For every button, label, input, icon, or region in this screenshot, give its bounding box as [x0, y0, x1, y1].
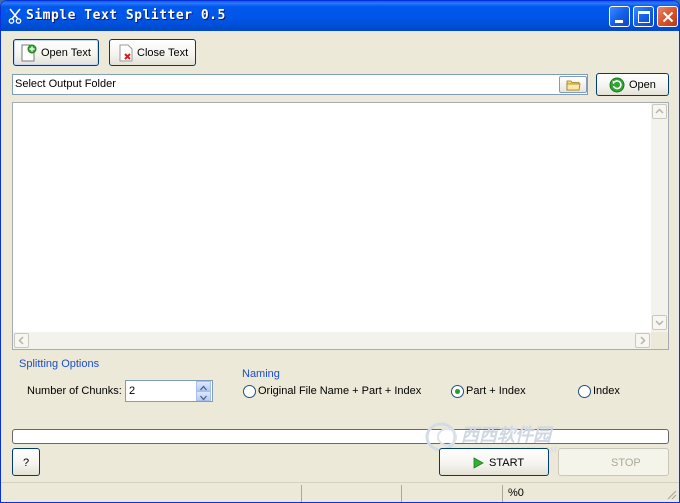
- output-folder-field[interactable]: Select Output Folder: [12, 74, 588, 95]
- status-panel: [1, 485, 302, 502]
- close-document-icon: [119, 44, 133, 62]
- folder-icon: [566, 80, 581, 91]
- naming-option-label: Part + Index: [466, 385, 526, 397]
- start-button[interactable]: START: [439, 448, 549, 476]
- minimize-button[interactable]: [609, 6, 630, 27]
- radio-original[interactable]: [243, 385, 256, 398]
- resize-grip-icon[interactable]: [665, 488, 677, 500]
- open-folder-label: Open: [629, 79, 656, 91]
- chevron-up-icon: [655, 108, 664, 114]
- naming-option-label: Original File Name + Part + Index: [258, 385, 422, 397]
- naming-option-part-index[interactable]: Part + Index: [451, 384, 541, 400]
- scissors-icon: [8, 8, 22, 24]
- open-folder-button[interactable]: Open: [596, 73, 669, 96]
- play-icon: [473, 457, 484, 469]
- scroll-up-arrow[interactable]: [652, 104, 667, 119]
- status-percent: %0: [508, 487, 524, 499]
- chunks-value: 2: [129, 385, 136, 397]
- open-text-label: Open Text: [41, 47, 91, 59]
- naming-option-original[interactable]: Original File Name + Part + Index: [243, 384, 433, 400]
- open-text-button[interactable]: Open Text: [13, 39, 99, 66]
- chunks-label: Number of Chunks:: [27, 385, 122, 397]
- refresh-icon: [609, 77, 625, 93]
- horizontal-scrollbar[interactable]: [13, 332, 652, 349]
- minimize-icon: [615, 20, 623, 23]
- naming-option-label: Index: [593, 385, 620, 397]
- radio-part-index[interactable]: [451, 385, 464, 398]
- output-folder-value: Select Output Folder: [15, 78, 116, 90]
- close-text-label: Close Text: [137, 47, 189, 59]
- scrollbar-corner: [651, 332, 668, 349]
- help-label: ?: [23, 457, 30, 469]
- status-panel: [402, 485, 503, 502]
- text-preview-area[interactable]: [12, 102, 669, 350]
- caret-down-icon: [200, 395, 207, 401]
- scroll-down-arrow[interactable]: [652, 315, 667, 330]
- naming-title: Naming: [242, 368, 280, 380]
- app-window: Simple Text Splitter 0.5 Open Text Close…: [0, 0, 680, 503]
- close-button[interactable]: [657, 6, 678, 27]
- browse-folder-button[interactable]: [559, 76, 587, 93]
- chevron-down-icon: [655, 320, 664, 326]
- chunks-stepper[interactable]: [196, 381, 211, 401]
- status-bar: %0: [1, 482, 679, 502]
- stepper-down[interactable]: [196, 391, 211, 401]
- radio-selected-dot: [455, 389, 460, 394]
- status-panel: [302, 485, 402, 502]
- vertical-scrollbar[interactable]: [651, 103, 668, 332]
- close-icon: [662, 11, 674, 23]
- stepper-up[interactable]: [196, 381, 211, 391]
- watermark-brand: 西西软件园: [461, 425, 554, 446]
- new-document-icon: [21, 44, 37, 62]
- radio-index[interactable]: [578, 385, 591, 398]
- chevron-left-icon: [18, 336, 24, 345]
- stop-label: STOP: [611, 457, 641, 469]
- naming-option-index[interactable]: Index: [578, 384, 638, 400]
- help-button[interactable]: ?: [12, 448, 40, 476]
- scroll-left-arrow[interactable]: [14, 333, 29, 348]
- maximize-button[interactable]: [633, 6, 654, 27]
- stop-button[interactable]: STOP: [558, 448, 669, 476]
- title-bar[interactable]: Simple Text Splitter 0.5: [1, 1, 679, 31]
- window-title: Simple Text Splitter 0.5: [26, 8, 226, 23]
- chevron-right-icon: [640, 336, 646, 345]
- maximize-icon: [638, 11, 650, 23]
- start-label: START: [489, 457, 525, 469]
- splitting-options-title: Splitting Options: [19, 358, 100, 370]
- close-text-button[interactable]: Close Text: [109, 39, 196, 66]
- scroll-right-arrow[interactable]: [635, 333, 650, 348]
